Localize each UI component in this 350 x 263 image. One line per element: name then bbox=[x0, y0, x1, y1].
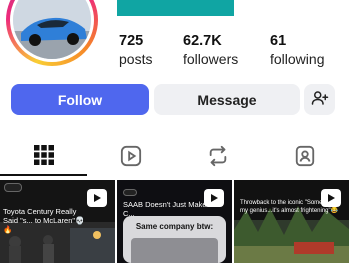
followers-label: followers bbox=[183, 51, 239, 67]
posts-count: 725 bbox=[119, 33, 144, 49]
posts-grid: Toyota Century Really Said "s... to McLa… bbox=[0, 180, 350, 263]
grid-post[interactable]: Toyota Century Really Said "s... to McLa… bbox=[0, 180, 115, 263]
posts-label: posts bbox=[119, 51, 153, 67]
reel-play-icon bbox=[87, 189, 107, 207]
following-count: 61 bbox=[270, 33, 287, 49]
post-overlay-card: Same company btw: bbox=[123, 216, 226, 263]
follow-button[interactable]: Follow bbox=[11, 84, 149, 115]
profile-tabs bbox=[0, 140, 350, 178]
person-add-icon bbox=[311, 89, 329, 110]
post-overlay-text: Same company btw: bbox=[135, 222, 214, 231]
tab-reposts[interactable] bbox=[174, 140, 261, 176]
repost-icon bbox=[207, 145, 229, 172]
tab-tagged[interactable] bbox=[261, 140, 348, 176]
posts-stat[interactable]: 725 posts bbox=[119, 33, 152, 67]
profile-avatar[interactable] bbox=[6, 0, 98, 66]
channel-logo bbox=[4, 183, 22, 192]
tab-posts[interactable] bbox=[0, 140, 87, 176]
channel-logo bbox=[123, 189, 137, 196]
profile-banner bbox=[117, 0, 234, 16]
followers-count: 62.7K bbox=[183, 33, 222, 49]
followers-stat[interactable]: 62.7K followers bbox=[183, 33, 238, 67]
message-button[interactable]: Message bbox=[154, 84, 300, 115]
add-user-button[interactable] bbox=[304, 84, 335, 115]
post-caption: Toyota Century Really Said "s... to McLa… bbox=[3, 207, 85, 234]
reels-icon bbox=[120, 145, 142, 172]
tab-reels[interactable] bbox=[87, 140, 174, 176]
grid-post[interactable]: Throwback to the iconic "Somethi... my g… bbox=[234, 180, 349, 263]
grid-icon bbox=[33, 144, 54, 170]
following-stat[interactable]: 61 following bbox=[270, 33, 324, 67]
tagged-icon bbox=[294, 145, 316, 172]
reel-play-icon bbox=[204, 189, 224, 207]
grid-post[interactable]: SAAB Doesn't Just Make C... Same company… bbox=[117, 180, 232, 263]
reel-play-icon bbox=[321, 189, 341, 207]
following-label: following bbox=[270, 51, 325, 67]
